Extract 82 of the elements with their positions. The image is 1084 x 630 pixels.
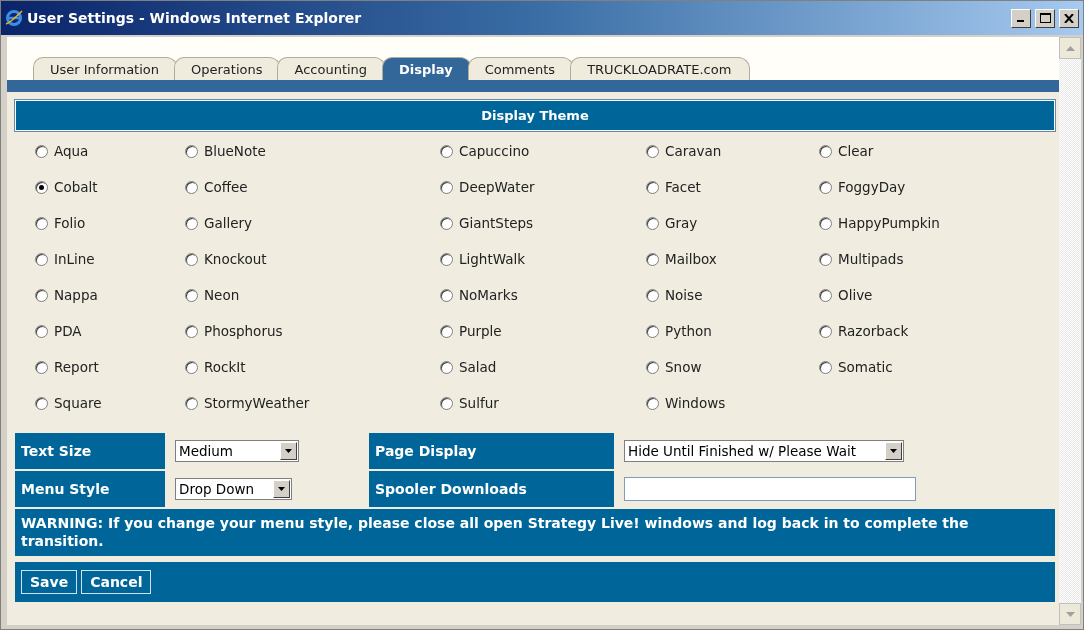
radio-label: DeepWater [459, 179, 535, 195]
radio-button[interactable] [440, 180, 453, 194]
radio-button[interactable] [819, 360, 832, 374]
field-label: Page Display [369, 433, 614, 469]
radio-label: RockIt [204, 359, 246, 375]
radio-label: Mailbox [665, 251, 717, 267]
window-title: User Settings - Windows Internet Explorer [27, 10, 363, 26]
radio-label: Multipads [838, 251, 904, 267]
radio-label: Python [665, 323, 712, 339]
radio-label: Gallery [204, 215, 253, 231]
radio-button[interactable] [185, 324, 198, 338]
radio-button[interactable] [35, 360, 48, 374]
radio-label: NoMarks [459, 287, 518, 303]
radio-button[interactable] [35, 144, 48, 158]
radio-label: Folio [54, 215, 86, 231]
field-label: Menu Style [15, 471, 165, 507]
radio-button[interactable] [646, 180, 659, 194]
field-label: Spooler Downloads [369, 471, 614, 507]
radio-button[interactable] [646, 252, 659, 266]
radio-label: Clear [838, 143, 874, 159]
radio-button[interactable] [819, 324, 832, 338]
radio-label: Salad [459, 359, 497, 375]
radio-label: GiantSteps [459, 215, 534, 231]
radio-label: Windows [665, 395, 726, 411]
radio-button[interactable] [185, 288, 198, 302]
radio-label: Coffee [204, 179, 248, 195]
browser-logo-icon [5, 9, 23, 27]
maximize-icon [1039, 13, 1051, 23]
radio-label: Aqua [54, 143, 89, 159]
dropdown[interactable]: Hide Until Finished w/ Please Wait [624, 440, 904, 462]
radio-label: Neon [204, 287, 240, 303]
radio-label: Report [54, 359, 99, 375]
radio-label: Noise [665, 287, 703, 303]
radio-button[interactable] [819, 144, 832, 158]
warning-message: WARNING: If you change your menu style, please close all open Strategy Live! windows and log back in to complete the transition. [15, 509, 1055, 556]
radio-button[interactable] [185, 216, 198, 230]
tab[interactable]: TRUCKLOADRATE.com [570, 57, 751, 80]
radio-label: FoggyDay [838, 179, 906, 195]
radio-label: BlueNote [204, 143, 266, 159]
radio-button[interactable] [35, 396, 48, 410]
radio-label: Capuccino [459, 143, 530, 159]
radio-label: Purple [459, 323, 502, 339]
radio-label: LightWalk [459, 251, 526, 267]
radio-label: Facet [665, 179, 701, 195]
radio-label: Cobalt [54, 179, 98, 195]
radio-label: Somatic [838, 359, 893, 375]
radio-button[interactable] [819, 288, 832, 302]
radio-button[interactable] [185, 180, 198, 194]
radio-label: HappyPumpkin [838, 215, 940, 231]
radio-button[interactable] [185, 252, 198, 266]
down-arrow-icon [1065, 611, 1075, 617]
action-button[interactable]: Cancel [81, 570, 152, 594]
radio-label: Square [54, 395, 102, 411]
dropdown-arrow-icon [890, 449, 897, 453]
radio-label: Snow [665, 359, 702, 375]
dropdown-arrow-icon [285, 449, 292, 453]
radio-label: StormyWeather [204, 395, 310, 411]
radio-label: Olive [838, 287, 873, 303]
field-label: Text Size [15, 433, 165, 469]
radio-label: Sulfur [459, 395, 499, 411]
radio-label: Knockout [204, 251, 267, 267]
radio-button[interactable] [185, 360, 198, 374]
radio-label: Caravan [665, 143, 722, 159]
close-icon [1064, 13, 1074, 23]
input-field[interactable] [624, 477, 916, 501]
radio-label: PDA [54, 323, 82, 339]
close-button[interactable] [1059, 8, 1079, 28]
radio-label: Phosphorus [204, 323, 283, 339]
maximize-button[interactable] [1035, 8, 1055, 28]
radio-label: InLine [54, 251, 95, 267]
section-header: Display Theme [15, 100, 1055, 131]
radio-button[interactable] [440, 360, 453, 374]
radio-label: Razorback [838, 323, 909, 339]
radio-label: Gray [665, 215, 698, 231]
dropdown[interactable]: Drop Down [175, 478, 292, 500]
action-button[interactable]: Save [21, 570, 78, 594]
up-arrow-icon [1065, 45, 1075, 51]
radio-button[interactable] [440, 288, 453, 302]
dropdown-arrow-icon [278, 487, 285, 491]
radio-label: Nappa [54, 287, 98, 303]
dropdown[interactable]: Medium [175, 440, 299, 462]
minimize-button[interactable] [1011, 8, 1031, 28]
